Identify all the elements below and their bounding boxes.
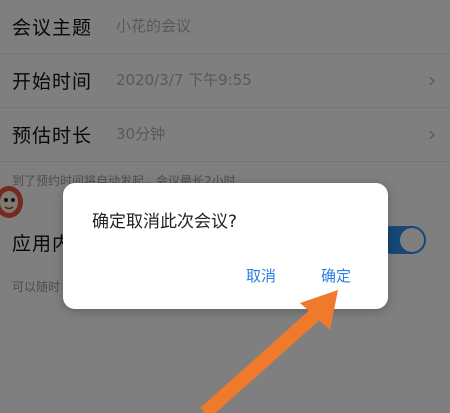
cancel-meeting-dialog: 确定取消此次会议? 取消 确定 [63,183,388,309]
cancel-button[interactable]: 取消 [246,265,276,286]
dialog-message: 确定取消此次会议? [92,212,238,232]
confirm-button[interactable]: 确定 [321,265,351,286]
